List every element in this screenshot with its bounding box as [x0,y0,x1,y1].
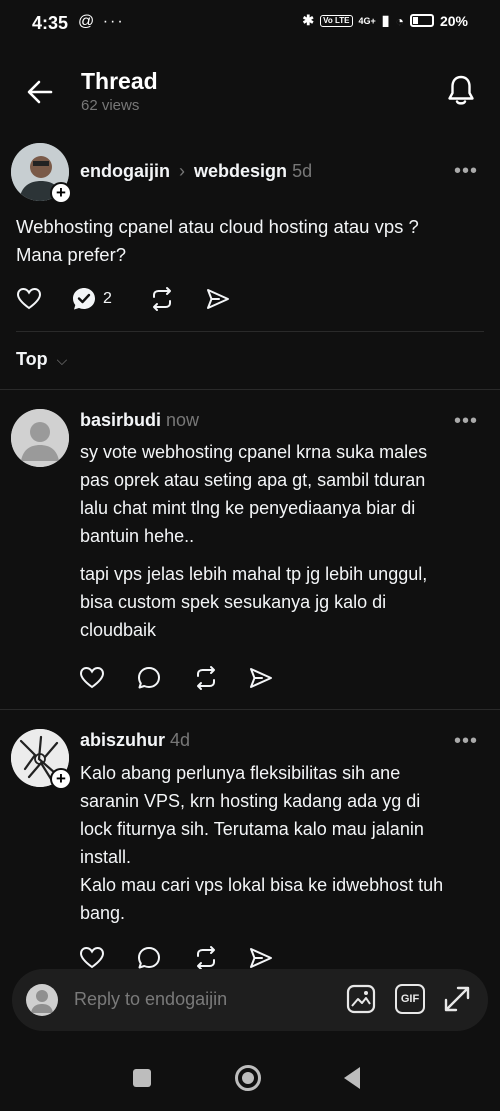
reply-actions [79,665,274,691]
comment-icon[interactable] [136,945,162,971]
page-title: Thread [81,68,158,94]
op-actions: 2 [16,286,231,312]
repost-icon[interactable] [193,945,219,971]
status-left-icons: @ ··· [78,13,125,31]
reply-text-line: install. [80,847,132,867]
home-icon[interactable] [235,1065,261,1091]
reply-header: abiszuhur 4d [80,730,190,751]
op-text-line: Webhosting cpanel atau cloud hosting ata… [16,216,419,237]
threads-icon: @ [78,13,97,30]
reply-text-line: Kalo mau cari vps lokal bisa ke idwebhos… [80,875,444,895]
share-send-icon[interactable] [248,665,274,691]
image-icon[interactable] [346,984,376,1014]
back-arrow-icon[interactable] [26,78,54,106]
more-options-icon[interactable]: ••• [454,410,478,433]
repost-icon[interactable] [149,286,175,312]
thread-header: Thread 62 views [0,58,500,124]
reply-text: sy vote webhosting cpanel krna suka male… [80,438,427,644]
reply-username[interactable]: basirbudi [80,410,161,430]
volte-badge: Vo LTE [320,14,353,27]
battery-icon [409,14,434,27]
heart-icon[interactable] [16,286,42,312]
reply-header: basirbudi now [80,410,199,431]
reply-text-line: bantuin hehe.. [80,526,195,546]
chevron-down-icon: ⌵ [56,352,68,368]
reply-text-line: pas oprek atau seting apa gt, sambil tdu… [80,470,426,490]
op-username[interactable]: endogaijin [80,161,170,181]
avatar[interactable] [11,409,69,467]
divider [0,389,500,390]
reply-text-line: lalu chat mint tlng ke penyediaanya biar… [80,498,416,518]
heart-icon[interactable] [79,665,105,691]
reply-text: Kalo abang perlunya fleksibilitas sih an… [80,759,443,927]
follow-plus-icon[interactable]: + [50,768,72,790]
reply-text-line: cloudbaik [80,620,157,640]
reply-age: 4d [170,730,191,750]
reply-age: now [166,410,200,430]
gif-button[interactable]: GIF [395,984,425,1014]
wifi-icon: ◔ [395,12,404,29]
share-send-icon[interactable] [205,286,231,312]
bluetooth-icon: ✱ [302,12,315,28]
op-header: endogaijin › webdesign 5d [80,161,312,182]
more-options-icon[interactable]: ••• [454,160,478,183]
share-send-icon[interactable] [248,945,274,971]
bell-icon[interactable] [446,74,476,106]
more-options-icon[interactable]: ••• [454,730,478,753]
default-avatar-icon [31,990,53,1013]
sort-label: Top [16,349,48,369]
reply-input[interactable]: Reply to endogaijin [74,989,227,1010]
op-age: 5d [292,161,313,181]
signal-icon: ▮ [381,12,390,28]
reply-actions [79,945,274,971]
divider [0,709,500,710]
battery-percent: 20% [439,12,468,29]
comment-icon[interactable] [136,665,162,691]
more-dots-icon: ··· [102,13,125,30]
reply-text-line: saranin VPS, krn hosting kadang ada yg d… [80,791,421,811]
heart-icon[interactable] [79,945,105,971]
status-time: 4:35 [32,13,69,33]
reply-text-line: sy vote webhosting cpanel krna suka male… [80,442,428,462]
replied-check-icon[interactable] [71,286,97,312]
sort-dropdown[interactable]: Top ⌵ [16,349,67,370]
reply-text-line: bisa custom spek sesukanya jg kalo di [80,592,387,612]
default-avatar-icon [11,409,69,467]
system-nav-bar [0,1045,500,1111]
op-text-line: Mana prefer? [16,244,127,265]
reply-username[interactable]: abiszuhur [80,730,165,750]
follow-plus-icon[interactable]: + [50,182,72,204]
chevron-right-icon: › [179,161,186,181]
recents-icon[interactable] [133,1069,151,1087]
reply-composer[interactable]: Reply to endogaijin GIF [12,969,488,1031]
status-right: ✱ Vo LTE 4G+ ▮ ◔ 20% [302,12,468,29]
reply-text-line: tapi vps jelas lebih mahal tp jg lebih u… [80,564,428,584]
reply-count: 2 [103,290,112,307]
op-text: Webhosting cpanel atau cloud hosting ata… [16,213,419,269]
view-count: 62 views [81,97,140,114]
repost-icon[interactable] [193,665,219,691]
reply-text-line: bang. [80,903,126,923]
reply-text-line: lock fiturnya sih. Terutama kalo mau jal… [80,819,424,839]
status-bar: 4:35 @ ··· ✱ Vo LTE 4G+ ▮ ◔ 20% [0,0,500,48]
my-avatar [26,984,58,1016]
op-community[interactable]: webdesign [194,161,287,181]
divider [16,331,484,332]
network-label: 4G+ [358,15,376,26]
nav-back-icon[interactable] [344,1067,360,1089]
expand-icon[interactable] [442,984,472,1014]
reply-text-line: Kalo abang perlunya fleksibilitas sih an… [80,763,401,783]
